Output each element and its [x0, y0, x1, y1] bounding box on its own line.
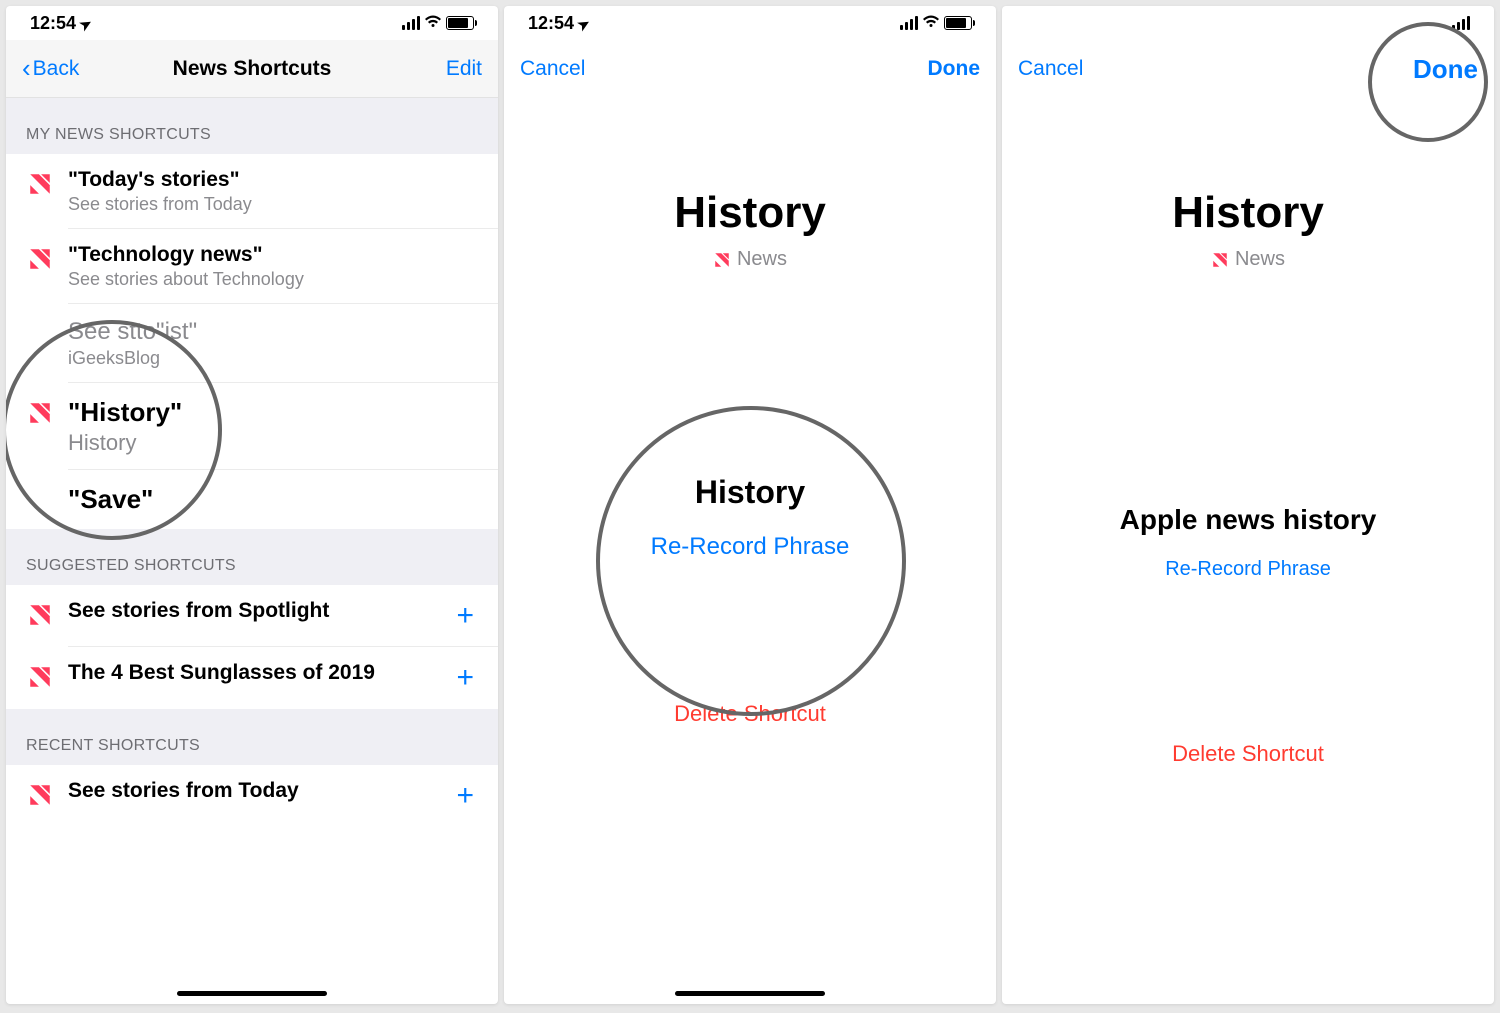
chevron-left-icon: ‹ [22, 53, 31, 84]
battery-icon [944, 16, 972, 30]
phrase-text: Apple news history [1002, 504, 1494, 536]
shortcut-sub: iGeeksBlog [68, 348, 478, 369]
battery-icon [446, 16, 474, 30]
news-icon [1211, 251, 1229, 269]
suggested-title: See stories from Spotlight [68, 599, 438, 623]
my-shortcuts-list: "Today's stories" See stories from Today… [6, 154, 498, 529]
hero-app: News [713, 248, 787, 271]
nav-bar: ‹ Back News Shortcuts Edit [6, 40, 498, 98]
news-icon [26, 245, 54, 273]
edit-button[interactable]: Edit [446, 57, 482, 81]
recent-row[interactable]: See stories from Today + [6, 765, 498, 827]
hero-title: History [504, 188, 996, 238]
add-button[interactable]: + [452, 661, 478, 695]
shortcut-sub: See stories from Today [68, 194, 478, 215]
nav-bar: Cancel Done [1002, 40, 1494, 98]
page-title: News Shortcuts [173, 57, 332, 81]
cell-signal-icon [1452, 16, 1470, 30]
section-header-suggested: SUGGESTED SHORTCUTS [6, 529, 498, 585]
wifi-icon [922, 14, 940, 33]
highlight-circle [596, 406, 906, 716]
back-button[interactable]: ‹ Back [22, 53, 79, 84]
shortcut-title: "Save" [68, 484, 478, 515]
news-icon [26, 781, 54, 809]
cell-signal-icon [900, 16, 918, 30]
shortcut-title: See stto"ist" [68, 318, 478, 346]
phrase-block: History Re-Record Phrase [504, 474, 996, 561]
news-icon [26, 601, 54, 629]
home-indicator[interactable] [675, 991, 825, 996]
status-bar: 12:54 [504, 6, 996, 40]
hero: History News [1002, 98, 1494, 274]
cell-signal-icon [402, 16, 420, 30]
location-icon [80, 13, 92, 34]
screen-edit-phrase: 12:54 Cancel Done History News History R… [504, 6, 996, 1004]
news-icon [26, 170, 54, 198]
section-header-my: MY NEWS SHORTCUTS [6, 98, 498, 154]
status-time: 12:54 [528, 13, 574, 34]
hero: History News [504, 98, 996, 274]
cancel-button[interactable]: Cancel [1018, 57, 1083, 81]
shortcut-row[interactable]: "Technology news" See stories about Tech… [6, 229, 498, 304]
back-label: Back [33, 57, 80, 81]
add-button[interactable]: + [452, 779, 478, 813]
re-record-button[interactable]: Re-Record Phrase [1002, 558, 1494, 581]
done-button[interactable]: Done [928, 57, 981, 81]
hero-app-label: News [737, 248, 787, 271]
screen-news-shortcuts: 12:54 ‹ Back News Shortcuts Edit MY NEWS… [6, 6, 498, 1004]
phrase-text: History [504, 474, 996, 511]
hero-app: News [1211, 248, 1285, 271]
status-time: 12:54 [30, 13, 76, 34]
suggested-list: See stories from Spotlight + The 4 Best … [6, 585, 498, 709]
news-icon [713, 251, 731, 269]
suggested-row[interactable]: The 4 Best Sunglasses of 2019 + [6, 647, 498, 709]
home-indicator[interactable] [177, 991, 327, 996]
wifi-icon [424, 14, 442, 33]
news-icon [26, 399, 54, 427]
delete-shortcut-button[interactable]: Delete Shortcut [504, 701, 996, 727]
re-record-button[interactable]: Re-Record Phrase [504, 533, 996, 561]
shortcut-row-history[interactable]: "History" History [6, 383, 498, 470]
nav-bar: Cancel Done [504, 40, 996, 98]
cancel-button[interactable]: Cancel [520, 57, 585, 81]
news-icon [26, 663, 54, 691]
shortcut-title: "Technology news" [68, 243, 478, 267]
shortcut-title: "Today's stories" [68, 168, 478, 192]
phrase-block: Apple news history Re-Record Phrase [1002, 504, 1494, 581]
shortcut-row[interactable]: "Today's stories" See stories from Today [6, 154, 498, 229]
location-icon [578, 13, 590, 34]
shortcut-sub: See stories about Technology [68, 269, 478, 290]
section-header-recent: RECENT SHORTCUTS [6, 709, 498, 765]
delete-shortcut-button[interactable]: Delete Shortcut [1002, 741, 1494, 767]
suggested-title: The 4 Best Sunglasses of 2019 [68, 661, 438, 685]
shortcut-sub: History [68, 430, 478, 456]
shortcut-row[interactable]: "Save" [6, 470, 498, 529]
status-bar [1002, 6, 1494, 40]
hero-title: History [1002, 188, 1494, 238]
add-button[interactable]: + [452, 599, 478, 633]
recent-title: See stories from Today [68, 779, 438, 803]
done-button[interactable]: Done [1413, 54, 1478, 85]
suggested-row[interactable]: See stories from Spotlight + [6, 585, 498, 647]
shortcut-row[interactable]: See stto"ist" iGeeksBlog [6, 304, 498, 383]
shortcut-title: "History" [68, 397, 478, 428]
hero-app-label: News [1235, 248, 1285, 271]
status-bar: 12:54 [6, 6, 498, 40]
screen-edit-phrase-renamed: Cancel Done History News Apple news hist… [1002, 6, 1494, 1004]
recent-list: See stories from Today + [6, 765, 498, 827]
